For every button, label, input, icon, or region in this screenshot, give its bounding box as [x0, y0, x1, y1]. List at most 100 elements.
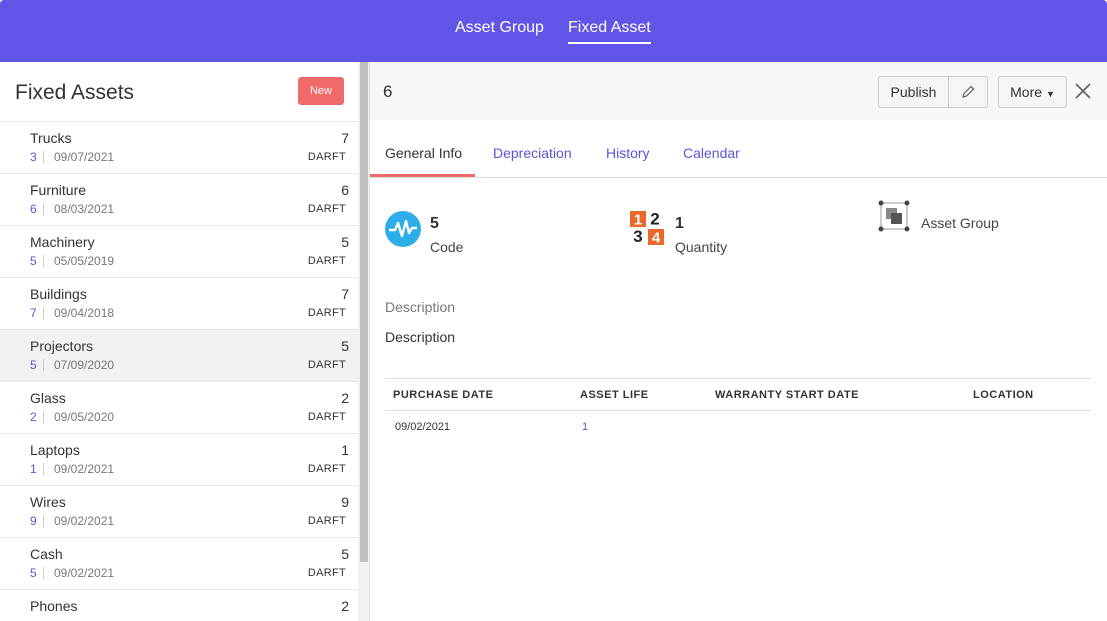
- table-header: PURCHASE DATE ASSET LIFE WARRANTY START …: [385, 378, 1091, 411]
- cell-asset-life[interactable]: 1: [582, 421, 588, 433]
- list-item-date: 09/02/2021: [54, 566, 115, 580]
- list-item[interactable]: Buildings 7 7 09/04/2018 DARFT: [0, 277, 358, 329]
- list-item-date: 09/05/2020: [54, 410, 115, 424]
- new-button[interactable]: New: [298, 77, 344, 105]
- list-item-quantity: 5: [30, 254, 37, 268]
- list-item-separator: [43, 255, 44, 267]
- list-item[interactable]: Cash 5 5 09/02/2021 DARFT: [0, 537, 358, 589]
- asset-detail-panel: 6 Publish More ▼ General Info Depreciati…: [370, 62, 1107, 621]
- list-item-count: 9: [341, 494, 349, 510]
- header-asset-life: ASSET LIFE: [580, 389, 649, 401]
- list-item-count: 7: [341, 286, 349, 302]
- description-label: Description: [385, 299, 456, 315]
- group-icon: [878, 200, 910, 232]
- tab-depreciation[interactable]: Depreciation: [493, 145, 572, 161]
- tab-calendar[interactable]: Calendar: [683, 145, 740, 161]
- list-item-date: 09/02/2021: [54, 462, 115, 476]
- list-item[interactable]: Furniture 6 6 08/03/2021 DARFT: [0, 173, 358, 225]
- list-item-name: Cash: [30, 546, 63, 562]
- header-purchase-date: PURCHASE DATE: [393, 389, 494, 401]
- list-item-name: Glass: [30, 390, 66, 406]
- detail-header: 6 Publish More ▼: [370, 62, 1107, 120]
- list-item-count: 5: [341, 546, 349, 562]
- list-item-count: 5: [341, 338, 349, 354]
- list-item[interactable]: Wires 9 9 09/02/2021 DARFT: [0, 485, 358, 537]
- detail-tabs: General Info Depreciation History Calend…: [370, 120, 1107, 178]
- list-item-date: 07/09/2020: [54, 358, 115, 372]
- list-item-status: DARFT: [307, 255, 346, 267]
- list-item-status: DARFT: [307, 203, 346, 215]
- list-item-status: DARFT: [307, 307, 346, 319]
- list-item-status: DARFT: [307, 515, 346, 527]
- list-item[interactable]: Projectors 5 5 07/09/2020 DARFT: [0, 329, 358, 381]
- pulse-icon: [385, 211, 421, 247]
- list-item-name: Projectors: [30, 338, 94, 354]
- list-title: Fixed Assets: [15, 81, 135, 104]
- table-row: 09/02/2021 1: [385, 411, 1091, 441]
- list-item-date: 08/03/2021: [54, 202, 115, 216]
- list-item-separator: [43, 515, 44, 527]
- quantity-label: Quantity: [675, 239, 728, 255]
- pencil-icon: [962, 85, 975, 98]
- list-item-quantity: 1: [30, 462, 37, 476]
- list-item-name: Trucks: [30, 130, 72, 146]
- list-item-quantity: 6: [30, 202, 37, 216]
- list-item-count: 5: [341, 234, 349, 250]
- detail-title: 6: [383, 82, 393, 101]
- asset-group-label: Asset Group: [921, 215, 999, 231]
- nav-fixed-asset[interactable]: Fixed Asset: [568, 19, 651, 44]
- nav-asset-group[interactable]: Asset Group: [455, 19, 544, 37]
- more-button[interactable]: More ▼: [998, 76, 1067, 108]
- caret-down-icon: ▼: [1045, 89, 1055, 99]
- list-item-count: 1: [341, 442, 349, 458]
- list-item-name: Laptops: [30, 442, 80, 458]
- svg-text:1: 1: [634, 212, 642, 229]
- tab-history[interactable]: History: [606, 145, 650, 161]
- list-scrollbar[interactable]: [358, 62, 370, 621]
- list-item[interactable]: Phones 2: [0, 589, 358, 621]
- list-item-date: 09/07/2021: [54, 150, 115, 164]
- list-item-name: Wires: [30, 494, 66, 510]
- edit-button[interactable]: [948, 76, 988, 108]
- close-icon[interactable]: [1072, 80, 1094, 102]
- list-item-separator: [43, 307, 44, 319]
- list-item[interactable]: Laptops 1 1 09/02/2021 DARFT: [0, 433, 358, 485]
- list-item-quantity: 9: [30, 514, 37, 528]
- list-item-status: DARFT: [307, 463, 346, 475]
- list-item-date: 05/05/2019: [54, 254, 115, 268]
- numbers-icon: 1 2 3 4: [630, 211, 664, 245]
- header-warranty-start-date: WARRANTY START DATE: [715, 389, 859, 401]
- more-label: More: [1010, 84, 1043, 100]
- list-item-name: Furniture: [30, 182, 87, 198]
- list-item[interactable]: Machinery 5 5 05/05/2019 DARFT: [0, 225, 358, 277]
- list-item-separator: [43, 567, 44, 579]
- list-item-count: 7: [341, 130, 349, 146]
- list-item[interactable]: Glass 2 2 09/05/2020 DARFT: [0, 381, 358, 433]
- svg-text:3: 3: [633, 227, 642, 245]
- list-item-quantity: 5: [30, 358, 37, 372]
- asset-details-table: PURCHASE DATE ASSET LIFE WARRANTY START …: [385, 378, 1091, 441]
- list-item-count: 2: [341, 598, 349, 614]
- list-item-separator: [43, 463, 44, 475]
- list-item-quantity: 7: [30, 306, 37, 320]
- tab-general-info[interactable]: General Info: [385, 145, 462, 161]
- list-item-quantity: 3: [30, 150, 37, 164]
- cell-purchase-date: 09/02/2021: [395, 421, 451, 433]
- list-item-count: 2: [341, 390, 349, 406]
- fixed-assets-list-panel: Fixed Assets New Trucks 7 3 09/07/2021 DARFT…: [0, 62, 358, 621]
- scrollbar-thumb[interactable]: [360, 62, 368, 562]
- description-value: Description: [385, 329, 456, 345]
- publish-button[interactable]: Publish: [878, 76, 949, 108]
- list-item-name: Machinery: [30, 234, 95, 250]
- list-item-separator: [43, 411, 44, 423]
- code-label: Code: [430, 239, 464, 255]
- list-item-quantity: 5: [30, 566, 37, 580]
- code-value: 5: [430, 215, 439, 232]
- active-tab-indicator: [370, 174, 475, 177]
- list-item-status: DARFT: [307, 567, 346, 579]
- list-item-status: DARFT: [307, 151, 346, 163]
- list-item[interactable]: Trucks 7 3 09/07/2021 DARFT: [0, 121, 358, 173]
- list-item-separator: [43, 151, 44, 163]
- list-item-quantity: 2: [30, 410, 37, 424]
- list-item-name: Phones: [30, 598, 78, 614]
